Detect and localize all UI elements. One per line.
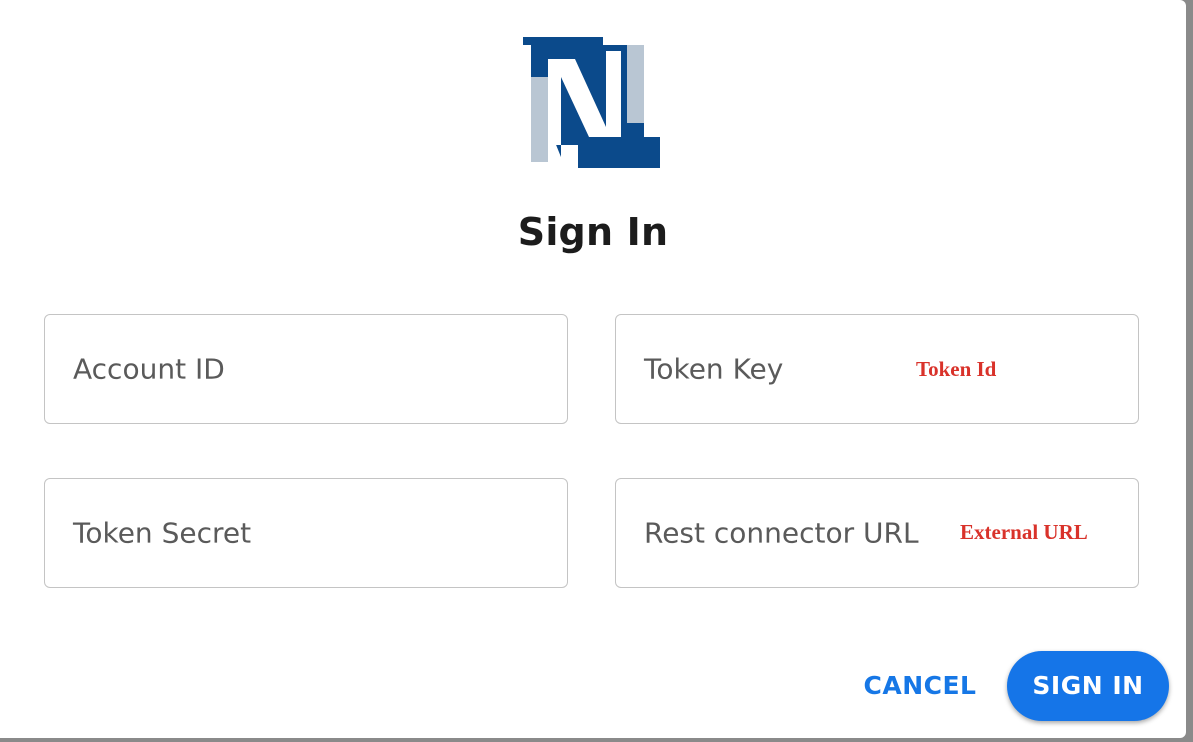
- rest-connector-url-placeholder: Rest connector URL: [644, 516, 919, 550]
- account-id-placeholder: Account ID: [73, 352, 225, 386]
- netsuite-logo-icon: [523, 37, 660, 168]
- cancel-button[interactable]: CANCEL: [848, 657, 992, 715]
- sign-in-button[interactable]: SIGN IN: [1007, 651, 1169, 721]
- token-key-field[interactable]: Token Key: [615, 314, 1139, 424]
- sign-in-dialog: Sign In Account ID Token Key Token Secre…: [0, 0, 1186, 738]
- token-key-placeholder: Token Key: [644, 352, 784, 386]
- external-url-annotation: External URL: [960, 520, 1088, 544]
- dialog-title: Sign In: [517, 210, 669, 254]
- token-secret-placeholder: Token Secret: [73, 516, 252, 550]
- token-secret-field[interactable]: Token Secret: [44, 478, 568, 588]
- account-id-field[interactable]: Account ID: [44, 314, 568, 424]
- token-id-annotation: Token Id: [916, 357, 997, 381]
